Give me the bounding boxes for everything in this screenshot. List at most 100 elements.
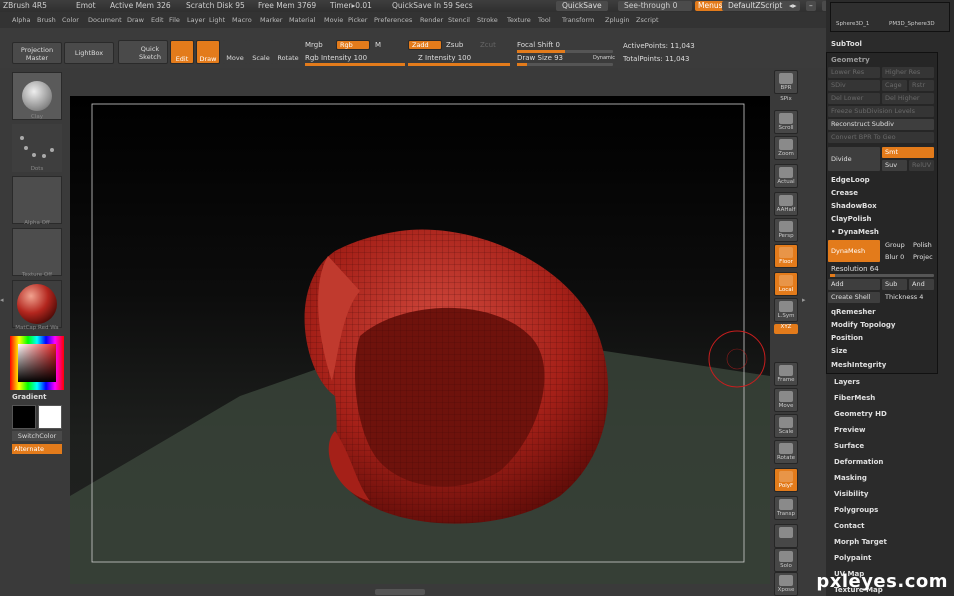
sub-button[interactable]: Sub bbox=[882, 279, 907, 290]
freeze-subdiv-button[interactable]: Freeze SubDivision Levels bbox=[828, 106, 934, 117]
menu-marker[interactable]: Marker bbox=[260, 16, 282, 24]
divide-button[interactable]: Divide bbox=[828, 147, 880, 171]
dynamic-toggle[interactable]: Dynamic bbox=[593, 55, 615, 61]
section-polypaint[interactable]: Polypaint bbox=[834, 554, 871, 562]
blur-slider[interactable]: Blur 0 bbox=[882, 252, 908, 263]
subtool-section[interactable]: SubTool bbox=[831, 40, 862, 48]
convert-bpr-button[interactable]: Convert BPR To Geo bbox=[828, 132, 934, 143]
menu-stroke[interactable]: Stroke bbox=[477, 16, 498, 24]
section-fibermesh[interactable]: FiberMesh bbox=[834, 394, 875, 402]
gradient-toggle[interactable]: Gradient bbox=[12, 393, 46, 401]
reconstruct-subdiv-button[interactable]: Reconstruct Subdiv bbox=[828, 119, 934, 130]
window-controls-icon[interactable]: ◂▸ bbox=[786, 1, 800, 11]
lower-res-button[interactable]: Lower Res bbox=[828, 67, 880, 78]
section-preview[interactable]: Preview bbox=[834, 426, 866, 434]
persp-button[interactable]: Persp bbox=[774, 218, 798, 242]
suv-toggle[interactable]: Suv bbox=[882, 160, 907, 171]
menu-preferences[interactable]: Preferences bbox=[374, 16, 412, 24]
menu-tool[interactable]: Tool bbox=[538, 16, 551, 24]
rotate-button[interactable]: Rotate bbox=[275, 40, 301, 64]
menu-stencil[interactable]: Stencil bbox=[448, 16, 470, 24]
transp-button[interactable]: Transp bbox=[774, 496, 798, 520]
cage-button[interactable]: Cage bbox=[882, 80, 907, 91]
solo-button[interactable]: Solo bbox=[774, 548, 798, 572]
secondary-color-swatch[interactable] bbox=[38, 405, 62, 429]
xpose-button[interactable]: Xpose bbox=[774, 572, 798, 596]
mrgb-button[interactable]: Mrgb bbox=[305, 41, 323, 49]
default-zscript-button[interactable]: DefaultZScript bbox=[722, 1, 789, 11]
reluv-toggle[interactable]: RelUV bbox=[909, 160, 934, 171]
scale-button[interactable]: Scale bbox=[249, 40, 273, 64]
dynamesh-button[interactable]: DynaMesh bbox=[828, 240, 880, 262]
collapse-left-arrow-icon[interactable]: ◂ bbox=[0, 296, 6, 308]
add-button[interactable]: Add bbox=[828, 279, 880, 290]
menu-macro[interactable]: Macro bbox=[232, 16, 252, 24]
menu-alpha[interactable]: Alpha bbox=[12, 16, 30, 24]
section-geometry-hd[interactable]: Geometry HD bbox=[834, 410, 887, 418]
sdiv-slider[interactable]: SDiv bbox=[828, 80, 880, 91]
menu-movie[interactable]: Movie bbox=[324, 16, 343, 24]
floor-button[interactable]: Floor bbox=[774, 244, 798, 268]
zadd-button[interactable]: Zadd bbox=[408, 40, 442, 50]
draw-button[interactable]: Draw bbox=[196, 40, 220, 64]
switch-color-button[interactable]: SwitchColor bbox=[12, 431, 62, 441]
lightbox-button[interactable]: LightBox bbox=[64, 42, 114, 64]
position-section[interactable]: Position bbox=[831, 334, 863, 342]
group-toggle[interactable]: Group bbox=[882, 240, 908, 251]
menu-layer[interactable]: Layer bbox=[187, 16, 205, 24]
menu-document[interactable]: Document bbox=[88, 16, 122, 24]
frame-button[interactable]: Frame bbox=[774, 362, 798, 386]
menu-light[interactable]: Light bbox=[209, 16, 225, 24]
menu-transform[interactable]: Transform bbox=[562, 16, 594, 24]
section-deformation[interactable]: Deformation bbox=[834, 458, 883, 466]
section-visibility[interactable]: Visibility bbox=[834, 490, 868, 498]
edgeloop-section[interactable]: EdgeLoop bbox=[831, 176, 870, 184]
zcut-button[interactable]: Zcut bbox=[480, 41, 496, 49]
create-shell-button[interactable]: Create Shell bbox=[828, 292, 880, 303]
project-toggle[interactable]: Projec bbox=[910, 252, 936, 263]
zoom-button[interactable]: Zoom bbox=[774, 136, 798, 160]
rotate-button[interactable]: Rotate bbox=[774, 440, 798, 464]
menu-material[interactable]: Material bbox=[289, 16, 315, 24]
move-button[interactable]: Move bbox=[223, 40, 247, 64]
section-polygroups[interactable]: Polygroups bbox=[834, 506, 878, 514]
draw-size-slider[interactable] bbox=[517, 63, 613, 66]
alpha-thumbnail[interactable] bbox=[12, 176, 62, 224]
edit-button[interactable]: Edit bbox=[170, 40, 194, 64]
qremesher-section[interactable]: qRemesher bbox=[831, 308, 876, 316]
resolution-slider[interactable] bbox=[830, 274, 934, 277]
alternate-button[interactable]: Alternate bbox=[12, 444, 62, 454]
shadowbox-section[interactable]: ShadowBox bbox=[831, 202, 877, 210]
quicksave-button[interactable]: QuickSave bbox=[556, 1, 608, 11]
menu-texture[interactable]: Texture bbox=[507, 16, 531, 24]
menu-brush[interactable]: Brush bbox=[37, 16, 56, 24]
del-higher-button[interactable]: Del Higher bbox=[882, 93, 934, 104]
z-intensity-slider[interactable] bbox=[408, 63, 510, 66]
section-layers[interactable]: Layers bbox=[834, 378, 860, 386]
material-thumbnail[interactable] bbox=[12, 280, 62, 328]
shelf-12-button[interactable] bbox=[774, 352, 798, 362]
geometry-section[interactable]: Geometry bbox=[831, 56, 870, 64]
texture-thumbnail[interactable] bbox=[12, 228, 62, 276]
aahalf-button[interactable]: AAHalf bbox=[774, 192, 798, 216]
l-sym-button[interactable]: L.Sym bbox=[774, 298, 798, 322]
color-square[interactable] bbox=[18, 344, 56, 382]
minimize-icon[interactable]: – bbox=[806, 1, 816, 11]
claypolish-section[interactable]: ClayPolish bbox=[831, 215, 872, 223]
xyz-button[interactable]: XYZ bbox=[774, 324, 798, 334]
menus-button[interactable]: Menus bbox=[695, 1, 726, 11]
menu-draw[interactable]: Draw bbox=[127, 16, 144, 24]
shelf-11-button[interactable] bbox=[774, 338, 798, 348]
stroke-thumbnail[interactable] bbox=[12, 124, 62, 172]
tool-sphere3d-1[interactable]: Sphere3D_1 bbox=[836, 21, 869, 27]
color-picker[interactable] bbox=[10, 336, 64, 390]
spix-button[interactable]: SPix bbox=[774, 96, 798, 106]
bottom-tray-handle[interactable] bbox=[375, 589, 425, 595]
modify-topology-section[interactable]: Modify Topology bbox=[831, 321, 896, 329]
meshintegrity-section[interactable]: MeshIntegrity bbox=[831, 361, 886, 369]
scale-button[interactable]: Scale bbox=[774, 414, 798, 438]
section-surface[interactable]: Surface bbox=[834, 442, 864, 450]
menu-color[interactable]: Color bbox=[62, 16, 79, 24]
size-section[interactable]: Size bbox=[831, 347, 847, 355]
menu-zscript[interactable]: Zscript bbox=[636, 16, 659, 24]
